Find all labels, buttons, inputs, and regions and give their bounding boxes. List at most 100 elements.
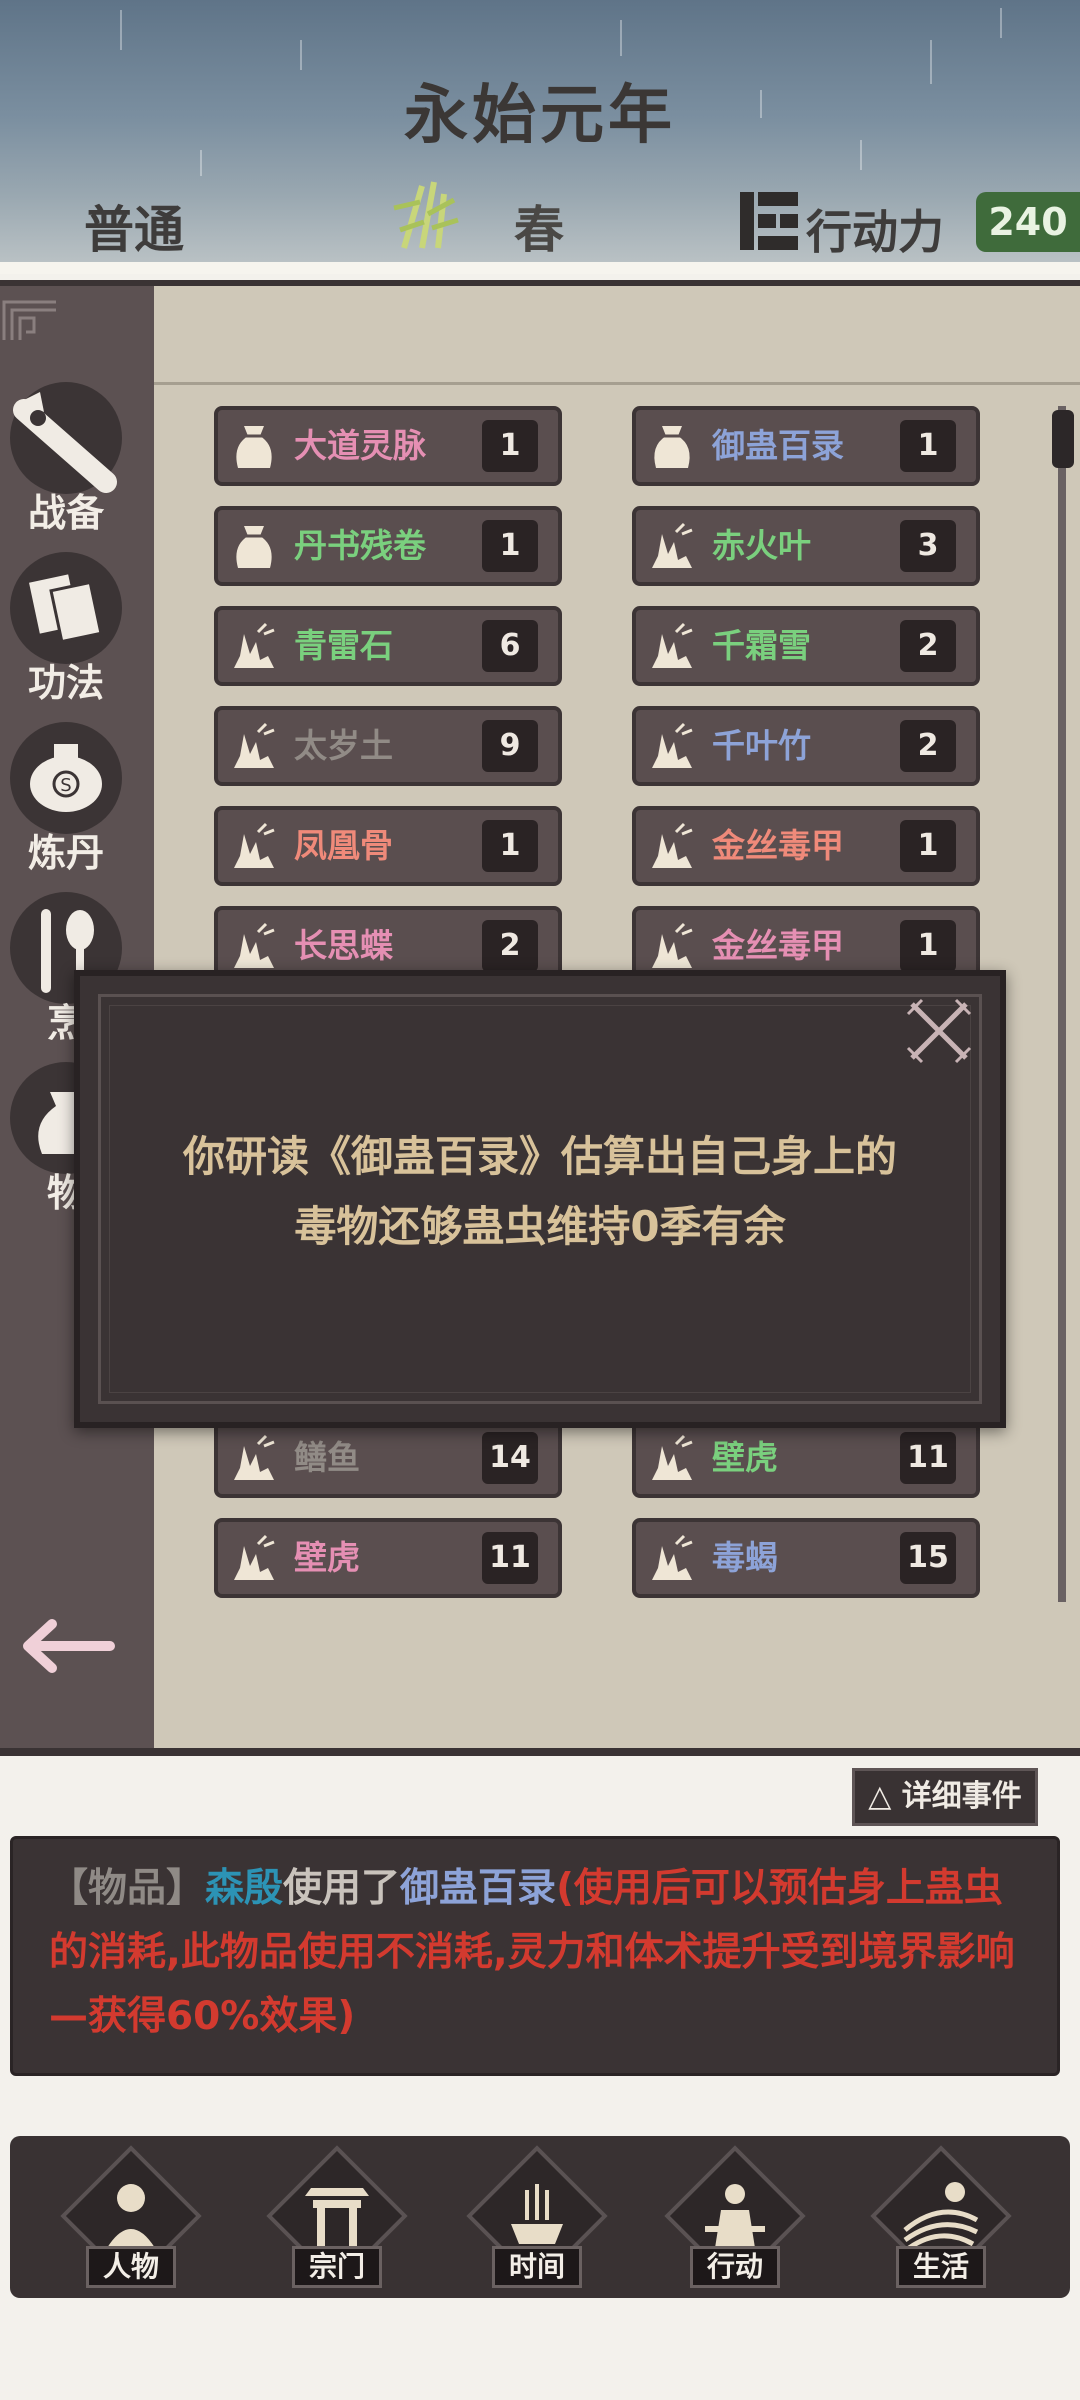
herb-icon	[228, 620, 280, 672]
item-card[interactable]: 太岁土 9	[214, 706, 562, 786]
item-card[interactable]: 壁虎 11	[632, 1418, 980, 1498]
item-name: 毒蝎	[712, 1538, 778, 1577]
item-count: 1	[482, 520, 538, 572]
header-divider	[0, 262, 1080, 274]
item-card[interactable]: 赤火叶 3	[632, 506, 980, 586]
item-name: 御蛊百录	[712, 426, 844, 465]
nav-label: 生活	[896, 2246, 986, 2288]
nav-label: 宗门	[292, 2246, 382, 2288]
divider	[154, 382, 1080, 385]
item-count: 9	[482, 720, 538, 772]
category-label: 功法	[27, 661, 104, 705]
item-card[interactable]: 千霜雪 2	[632, 606, 980, 686]
herb-icon	[646, 720, 698, 772]
item-count: 2	[900, 720, 956, 772]
action-icon	[695, 2170, 775, 2250]
nav-landscape[interactable]: 生活	[866, 2145, 1016, 2292]
item-name: 丹书残卷	[294, 526, 426, 565]
herb-icon	[646, 1432, 698, 1484]
action-points-icon	[740, 192, 798, 250]
herb-icon	[646, 1532, 698, 1584]
nav-label: 行动	[690, 2246, 780, 2288]
person-icon	[91, 2170, 171, 2250]
landscape-icon	[901, 2170, 981, 2251]
message-dialog: 你研读《御蛊百录》估算出自己身上的 毒物还够蛊虫维持0季有余	[74, 970, 1006, 1428]
detail-events-button[interactable]: △ 详细事件	[852, 1768, 1038, 1826]
difficulty-label: 普通	[84, 201, 184, 259]
incense-icon	[497, 2170, 577, 2250]
category-gongfa[interactable]: 功法	[8, 552, 124, 707]
item-name: 青雷石	[294, 626, 393, 665]
item-card[interactable]: 毒蝎 15	[632, 1518, 980, 1598]
corner-ornament-icon	[2, 300, 56, 340]
nav-label: 时间	[492, 2246, 582, 2288]
scrollbar-track[interactable]	[1058, 406, 1066, 1602]
item-card[interactable]: 鳝鱼 14	[214, 1418, 562, 1498]
item-name: 壁虎	[294, 1538, 360, 1577]
herb-icon	[228, 720, 280, 772]
item-count: 2	[482, 920, 538, 972]
log-tag: 【物品】	[49, 1866, 206, 1911]
herb-icon	[646, 620, 698, 672]
category-label: 战备	[27, 491, 104, 535]
item-card[interactable]: 千叶竹 2	[632, 706, 980, 786]
bag-icon	[228, 520, 280, 572]
close-icon[interactable]	[904, 996, 974, 1066]
herb-icon	[228, 1532, 280, 1584]
herb-icon	[646, 820, 698, 872]
top-header: 永始元年 普通 春 行动力 240	[0, 0, 1080, 262]
item-name: 太岁土	[294, 726, 393, 765]
item-name: 鳝鱼	[294, 1438, 360, 1477]
item-name: 壁虎	[712, 1438, 778, 1477]
item-count: 11	[900, 1432, 956, 1484]
item-count: 1	[482, 420, 538, 472]
item-card[interactable]: 丹书残卷 1	[214, 506, 562, 586]
item-card[interactable]: 壁虎 11	[214, 1518, 562, 1598]
event-log: 【物品】森殷使用了御蛊百录(使用后可以预估身上蛊虫的消耗,此物品使用不消耗,灵力…	[10, 1836, 1060, 2076]
nav-action[interactable]: 行动	[660, 2145, 810, 2292]
bag-icon	[228, 420, 280, 472]
log-item-name: 御蛊百录	[400, 1866, 557, 1911]
scroll-icon	[10, 552, 122, 664]
herb-icon	[228, 920, 280, 972]
category-liandan[interactable]: S 炼丹	[8, 722, 124, 877]
scrollbar-thumb[interactable]	[1052, 410, 1074, 468]
item-count: 14	[482, 1432, 538, 1484]
nav-gate[interactable]: 宗门	[262, 2145, 412, 2292]
sword-icon	[10, 382, 122, 494]
item-card[interactable]: 御蛊百录 1	[632, 406, 980, 486]
bamboo-icon	[393, 181, 459, 249]
item-name: 金丝毒甲	[712, 826, 844, 865]
item-card[interactable]: 金丝毒甲 1	[632, 806, 980, 886]
item-card[interactable]: 凤凰骨 1	[214, 806, 562, 886]
item-count: 1	[900, 820, 956, 872]
item-card[interactable]: 青雷石 6	[214, 606, 562, 686]
year-title: 永始元年	[404, 79, 676, 153]
item-count: 1	[482, 820, 538, 872]
herb-icon	[228, 1432, 280, 1484]
nav-person[interactable]: 人物	[56, 2145, 206, 2292]
item-card[interactable]: 大道灵脉 1	[214, 406, 562, 486]
herb-icon	[646, 520, 698, 572]
gate-icon	[297, 2170, 377, 2250]
bag-icon	[646, 420, 698, 472]
item-count: 15	[900, 1532, 956, 1584]
svg-text:S: S	[60, 775, 71, 796]
back-arrow-icon[interactable]	[20, 1616, 116, 1676]
item-count: 1	[900, 920, 956, 972]
action-points-label: 行动力	[806, 205, 944, 259]
item-count: 2	[900, 620, 956, 672]
item-name: 千叶竹	[712, 726, 811, 765]
season-label: 春	[514, 201, 564, 259]
action-points-value: 240	[976, 192, 1080, 252]
herb-icon	[228, 820, 280, 872]
category-zhanbei[interactable]: 战备	[8, 382, 124, 537]
nav-label: 人物	[86, 2246, 176, 2288]
item-count: 1	[900, 420, 956, 472]
item-count: 11	[482, 1532, 538, 1584]
category-label: 炼丹	[27, 831, 104, 875]
cauldron-icon: S	[10, 722, 122, 834]
dialog-message: 你研读《御蛊百录》估算出自己身上的 毒物还够蛊虫维持0季有余	[140, 1122, 940, 1262]
dialog-line-2: 毒物还够蛊虫维持0季有余	[294, 1202, 786, 1251]
nav-incense[interactable]: 时间	[462, 2145, 612, 2292]
